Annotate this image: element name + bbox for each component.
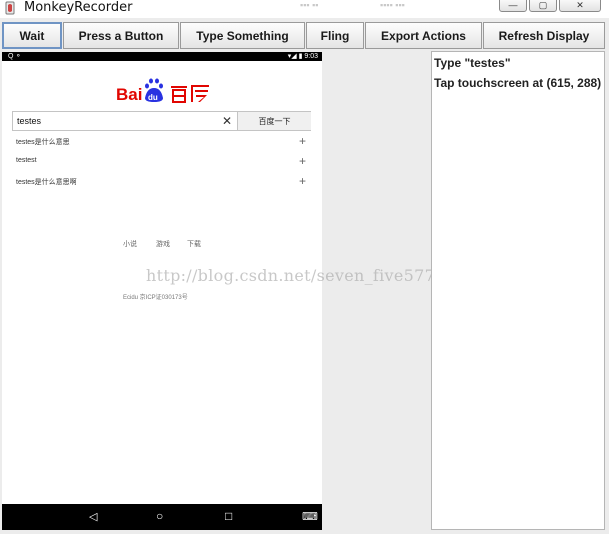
page-footer: Ecidu 京ICP证030173号 xyxy=(123,295,188,301)
wait-button[interactable]: Wait xyxy=(2,22,62,49)
search-input[interactable] xyxy=(13,112,237,130)
search-box: ✕ 百度一下 xyxy=(12,111,311,131)
title-bar: MonkeyRecorder ▪▪▪ ▪▪ ▪▪▪▪ ▪▪▪ — ▢ ✕ xyxy=(0,0,609,18)
action-item[interactable]: Type "testes" xyxy=(432,52,604,73)
close-button[interactable]: ✕ xyxy=(559,0,601,12)
press-a-button-button[interactable]: Press a Button xyxy=(63,22,179,49)
type-something-button[interactable]: Type Something xyxy=(180,22,305,49)
android-status-bar: Q ⚬ ▾◢ ▮ 9:03 xyxy=(2,52,322,61)
watermark: http://blog.csdn.net/seven_five577 xyxy=(146,266,436,285)
baidu-nav-links: 小说 游戏 下载 xyxy=(123,239,223,249)
actions-list[interactable]: Type "testes" Tap touchscreen at (615, 2… xyxy=(431,51,605,530)
export-actions-button[interactable]: Export Actions xyxy=(365,22,482,49)
toolbar: Wait Press a Button Type Something Fling… xyxy=(0,21,609,51)
fling-button[interactable]: Fling xyxy=(306,22,364,49)
status-right-icons: ▾◢ ▮ 9:03 xyxy=(287,53,318,60)
plus-icon[interactable]: + xyxy=(299,174,306,188)
recent-apps-icon[interactable]: □ xyxy=(225,509,232,523)
svg-text:du: du xyxy=(148,93,158,102)
background-window-text: ▪▪▪▪ ▪▪▪ xyxy=(380,0,405,10)
minimize-button[interactable]: — xyxy=(499,0,527,12)
action-item[interactable]: Tap touchscreen at (615, 288) xyxy=(432,73,604,93)
keyboard-icon[interactable]: ⌨ xyxy=(302,510,318,523)
clear-icon[interactable]: ✕ xyxy=(222,113,232,129)
suggestion-text: testes是什么意思 xyxy=(16,139,70,146)
app-icon xyxy=(5,1,15,15)
refresh-display-button[interactable]: Refresh Display xyxy=(483,22,605,49)
nav-link-download[interactable]: 下载 xyxy=(187,239,201,249)
suggestion-item[interactable]: testest + xyxy=(16,154,306,169)
baidu-logo: Bai du xyxy=(116,78,209,104)
window-title: MonkeyRecorder xyxy=(24,0,133,15)
suggestion-item[interactable]: testes是什么意思啊 + xyxy=(16,174,306,189)
back-icon[interactable]: ◁ xyxy=(89,510,97,523)
nav-link-novel[interactable]: 小说 xyxy=(123,239,137,249)
suggestion-item[interactable]: testes是什么意思 + xyxy=(16,134,306,149)
maximize-button[interactable]: ▢ xyxy=(529,0,557,12)
window-controls: — ▢ ✕ xyxy=(499,0,601,12)
nav-link-games[interactable]: 游戏 xyxy=(156,239,170,249)
android-nav-bar: ◁ ○ □ ⌨ xyxy=(2,504,322,530)
suggestion-text: testest xyxy=(16,157,37,164)
plus-icon[interactable]: + xyxy=(299,154,306,168)
home-icon[interactable]: ○ xyxy=(156,509,163,523)
plus-icon[interactable]: + xyxy=(299,134,306,148)
svg-text:Bai: Bai xyxy=(116,85,142,104)
search-button[interactable]: 百度一下 xyxy=(237,112,311,130)
suggestion-text: testes是什么意思啊 xyxy=(16,179,77,186)
device-screen[interactable]: Q ⚬ ▾◢ ▮ 9:03 Bai du ✕ 百度一下 testes是什么意思 … xyxy=(2,52,322,530)
status-left-icons: Q ⚬ xyxy=(8,53,22,60)
background-window-text: ▪▪▪ ▪▪ xyxy=(300,0,319,10)
